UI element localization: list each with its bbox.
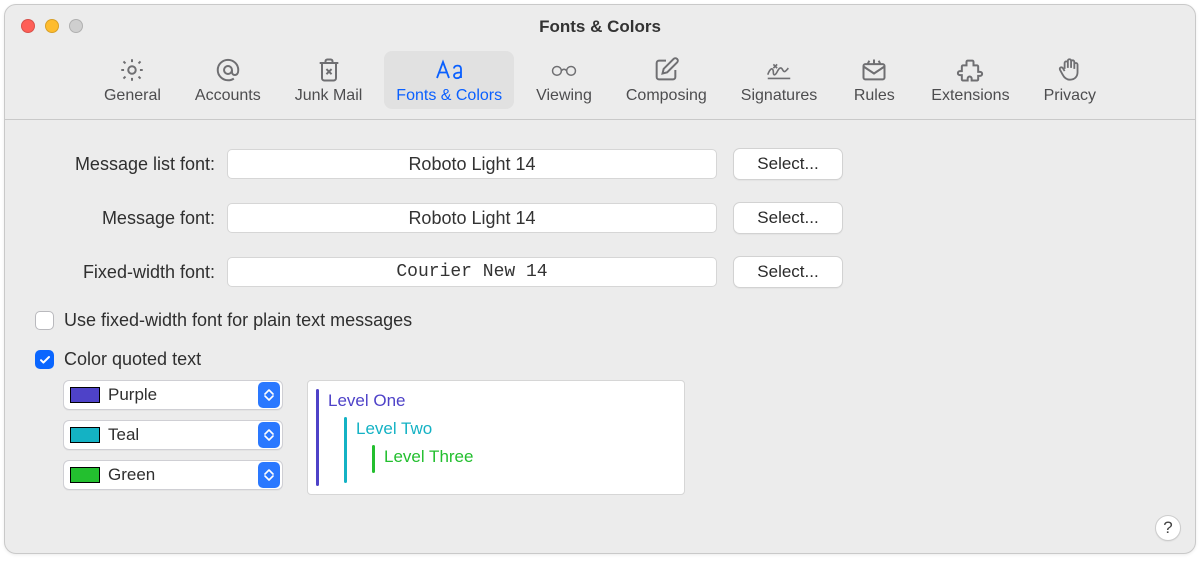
message-list-font-select-button[interactable]: Select... (733, 148, 843, 180)
tab-label: Privacy (1044, 87, 1096, 105)
close-window-button[interactable] (21, 19, 35, 33)
minimize-window-button[interactable] (45, 19, 59, 33)
fixed-width-font-row: Fixed-width font: Courier New 14 Select.… (29, 256, 1171, 288)
tab-label: General (104, 87, 161, 105)
color-quoted-text-row: Color quoted text (35, 349, 1171, 370)
compose-icon (651, 55, 681, 85)
font-icon (434, 55, 464, 85)
puzzle-icon (955, 55, 985, 85)
content-area: Message list font: Roboto Light 14 Selec… (5, 120, 1195, 509)
window-controls (21, 19, 83, 33)
tab-composing[interactable]: Composing (614, 51, 719, 109)
quote-preview-box: Level One Level Two Level Three (307, 380, 685, 495)
tab-junk-mail[interactable]: Junk Mail (283, 51, 375, 109)
quote-level3-color-select[interactable]: Green (63, 460, 283, 490)
tab-label: Rules (854, 87, 895, 105)
color-swatch-icon (70, 387, 100, 403)
at-icon (213, 55, 243, 85)
quote-bar-icon (372, 445, 375, 473)
trash-x-icon (314, 55, 344, 85)
color-quoted-text-label: Color quoted text (64, 349, 201, 370)
hand-icon (1055, 55, 1085, 85)
envelope-rules-icon (859, 55, 889, 85)
color-swatch-icon (70, 427, 100, 443)
tab-label: Viewing (536, 87, 592, 105)
quote-preview-level1: Level One Level Two Level Three (316, 389, 676, 486)
message-list-font-row: Message list font: Roboto Light 14 Selec… (29, 148, 1171, 180)
quote-level1-color-select[interactable]: Purple (63, 380, 283, 410)
chevron-up-down-icon (258, 382, 280, 408)
chevron-up-down-icon (258, 422, 280, 448)
quote-level2-color-label: Teal (108, 425, 256, 445)
signature-icon (764, 55, 794, 85)
quote-level3-text: Level Three (384, 447, 473, 466)
fixed-width-plain-text-label: Use fixed-width font for plain text mess… (64, 310, 412, 331)
quote-level1-color-label: Purple (108, 385, 256, 405)
tab-fonts-colors[interactable]: Fonts & Colors (384, 51, 514, 109)
preferences-window: Fonts & Colors General Accounts Junk Mai… (4, 4, 1196, 554)
quote-bar-icon (344, 417, 347, 483)
message-list-font-label: Message list font: (29, 154, 227, 175)
fixed-width-font-select-button[interactable]: Select... (733, 256, 843, 288)
message-list-font-field: Roboto Light 14 (227, 149, 717, 179)
tab-privacy[interactable]: Privacy (1032, 51, 1108, 109)
message-font-field: Roboto Light 14 (227, 203, 717, 233)
glasses-icon (549, 55, 579, 85)
quote-level2-text: Level Two (356, 419, 432, 438)
message-font-select-button[interactable]: Select... (733, 202, 843, 234)
tab-label: Extensions (931, 87, 1009, 105)
titlebar: Fonts & Colors (5, 5, 1195, 49)
tab-signatures[interactable]: Signatures (729, 51, 830, 109)
gear-icon (117, 55, 147, 85)
quote-color-selects: Purple Teal Green (63, 380, 283, 490)
quote-preview-level3: Level Three (372, 445, 676, 473)
fixed-width-plain-text-row: Use fixed-width font for plain text mess… (35, 310, 1171, 331)
fixed-width-font-field: Courier New 14 (227, 257, 717, 287)
quote-preview-level2: Level Two Level Three (344, 417, 676, 483)
tab-extensions[interactable]: Extensions (919, 51, 1021, 109)
quote-color-section: Purple Teal Green (63, 380, 1171, 495)
chevron-up-down-icon (258, 462, 280, 488)
help-button[interactable]: ? (1155, 515, 1181, 541)
quote-level1-text: Level One (328, 391, 406, 410)
tab-label: Junk Mail (295, 87, 363, 105)
preferences-toolbar: General Accounts Junk Mail Fonts & Color… (5, 49, 1195, 120)
color-quoted-text-checkbox[interactable] (35, 350, 54, 369)
window-title: Fonts & Colors (539, 17, 661, 37)
fixed-width-plain-text-checkbox[interactable] (35, 311, 54, 330)
tab-label: Signatures (741, 87, 818, 105)
quote-level2-color-select[interactable]: Teal (63, 420, 283, 450)
quote-bar-icon (316, 389, 319, 486)
message-font-label: Message font: (29, 208, 227, 229)
fixed-width-font-label: Fixed-width font: (29, 262, 227, 283)
tab-general[interactable]: General (92, 51, 173, 109)
tab-rules[interactable]: Rules (839, 51, 909, 109)
message-font-row: Message font: Roboto Light 14 Select... (29, 202, 1171, 234)
zoom-window-button[interactable] (69, 19, 83, 33)
tab-label: Fonts & Colors (396, 87, 502, 105)
question-icon: ? (1163, 518, 1172, 538)
tab-accounts[interactable]: Accounts (183, 51, 273, 109)
tab-label: Composing (626, 87, 707, 105)
color-swatch-icon (70, 467, 100, 483)
tab-label: Accounts (195, 87, 261, 105)
tab-viewing[interactable]: Viewing (524, 51, 604, 109)
quote-level3-color-label: Green (108, 465, 256, 485)
